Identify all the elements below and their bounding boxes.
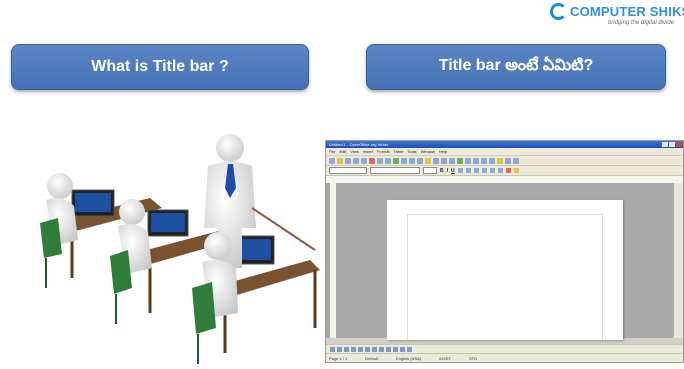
stars-icon[interactable] [400,347,405,352]
classroom-illustration [40,134,320,364]
menu-format[interactable]: Format [377,149,390,154]
font-name-select[interactable] [370,167,420,174]
vertical-ruler [330,183,336,338]
gallery-icon[interactable] [497,157,503,164]
zoom-icon[interactable] [505,157,511,164]
status-language: English (USA) [395,355,422,361]
menu-window[interactable]: Window [421,149,435,154]
menu-insert[interactable]: Insert [363,149,373,154]
standard-toolbar [326,155,683,165]
justify-icon[interactable] [481,168,487,173]
question-english-text: What is Title bar ? [91,58,229,75]
highlight-icon[interactable] [513,168,519,173]
line-icon[interactable] [337,347,342,352]
numbering-icon[interactable] [489,168,495,173]
menu-bar: File Edit View Insert Format Table Tools… [326,148,683,155]
document-page[interactable] [387,200,623,340]
copy-icon[interactable] [417,157,423,164]
status-style: Default [365,355,378,361]
question-telugu-text: Title bar అంటే ఏమిటి? [438,57,594,74]
find-icon[interactable] [481,157,487,164]
menu-tools[interactable]: Tools [407,149,416,154]
align-center-icon[interactable] [465,168,471,173]
menu-edit[interactable]: Edit [339,149,346,154]
minimize-icon[interactable] [662,142,668,147]
arrows-icon[interactable] [386,347,391,352]
question-english-box: What is Title bar ? [11,44,309,90]
writer-window-screenshot: Untitled 1 - OpenOffice.org Writer File … [325,140,684,363]
paragraph-style-select[interactable] [329,167,367,174]
undo-icon[interactable] [441,157,447,164]
computer-shiksha-logo: COMPUTER SHIKSHA bridging the digital di… [548,2,684,28]
underline-icon[interactable]: U [451,168,455,174]
font-color-icon[interactable] [505,168,511,173]
question-telugu-box: Title bar అంటే ఏమిటి? [366,44,666,90]
menu-view[interactable]: View [350,149,359,154]
bullets-icon[interactable] [497,168,503,173]
close-icon[interactable] [676,142,682,147]
bold-icon[interactable]: B [440,168,444,174]
autospell-icon[interactable] [401,157,407,164]
fontwork-icon[interactable] [407,347,412,352]
italic-icon[interactable]: I [447,168,448,174]
menu-file[interactable]: File [329,149,335,154]
paste-icon[interactable] [425,157,431,164]
cut-icon[interactable] [409,157,415,164]
print-preview-icon[interactable] [385,157,391,164]
select-icon[interactable] [330,347,335,352]
document-area[interactable] [326,183,683,340]
redo-icon[interactable] [449,157,455,164]
font-size-select[interactable] [423,167,437,174]
hyperlink-icon[interactable] [457,157,463,164]
callout-icon[interactable] [372,347,377,352]
show-draw-icon[interactable] [473,157,479,164]
text-icon[interactable] [365,347,370,352]
text-boundary [407,214,603,340]
rectangle-icon[interactable] [344,347,349,352]
menu-help[interactable]: Help [439,149,447,154]
export-pdf-icon[interactable] [369,157,375,164]
vertical-scrollbar[interactable] [673,183,683,338]
shapes-icon[interactable] [379,347,384,352]
format-paintbrush-icon[interactable] [433,157,439,164]
spellcheck-icon[interactable] [393,157,399,164]
save-icon[interactable] [345,157,351,164]
maximize-icon[interactable] [669,142,675,147]
navigator-icon[interactable] [489,157,495,164]
table-icon[interactable] [465,157,471,164]
align-right-icon[interactable] [473,168,479,173]
help-icon[interactable] [513,157,519,164]
window-title: Untitled 1 - OpenOffice.org Writer [329,142,389,147]
align-left-icon[interactable] [457,168,463,173]
flowchart-icon[interactable] [393,347,398,352]
formatting-toolbar: B I U [326,165,683,175]
status-selection: STD [469,355,477,361]
print-icon[interactable] [377,157,383,164]
title-bar: Untitled 1 - OpenOffice.org Writer [326,141,683,148]
freeform-icon[interactable] [358,347,363,352]
new-document-icon[interactable] [329,157,335,164]
status-bar: Page 1 / 1 Default English (USA) INSRT S… [326,353,683,362]
logo-c-icon [550,3,567,20]
logo-brand-name: COMPUTER SHIKSHA [570,4,684,19]
edit-file-icon[interactable] [361,157,367,164]
logo-tagline: bridging the digital divide [607,20,674,26]
email-icon[interactable] [353,157,359,164]
status-page: Page 1 / 1 [329,355,348,361]
menu-table[interactable]: Table [394,149,404,154]
open-folder-icon[interactable] [337,157,343,164]
ellipse-icon[interactable] [351,347,356,352]
status-mode: INSRT [439,355,451,361]
